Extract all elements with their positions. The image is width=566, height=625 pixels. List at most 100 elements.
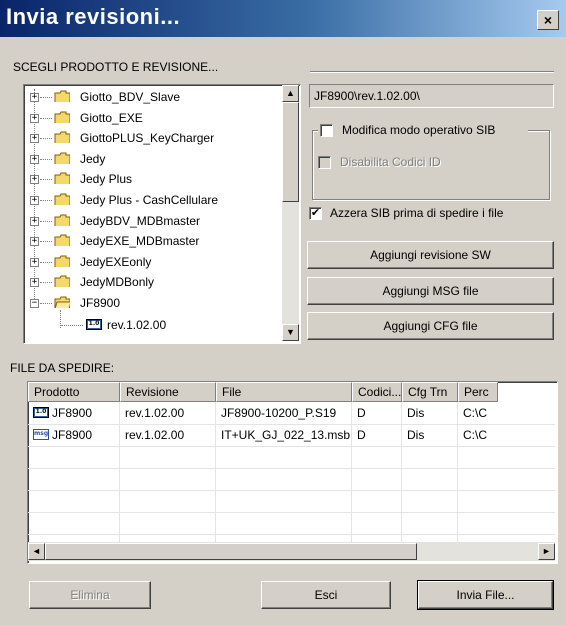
expand-icon[interactable]: + xyxy=(30,278,39,288)
tree-item-label: Jedy Plus xyxy=(80,172,133,187)
hscroll-thumb[interactable] xyxy=(45,543,417,560)
azzera-sib-checkbox[interactable]: ✔ xyxy=(309,207,322,220)
column-header[interactable]: Cfg Trn xyxy=(402,382,458,402)
scroll-thumb[interactable] xyxy=(282,102,299,202)
tree-item[interactable]: + Jedy Plus xyxy=(24,169,279,189)
file-list[interactable]: Prodotto Revisione File Codici... Cfg Trn Per… xyxy=(27,381,558,564)
disabilita-codici-checkbox[interactable] xyxy=(318,156,331,169)
tree-scrollbar[interactable]: ▲ ▼ xyxy=(282,85,299,341)
folder-icon xyxy=(54,255,70,267)
exit-button[interactable]: Esci xyxy=(261,581,391,609)
tree-item-label: JedyMDBonly xyxy=(80,275,155,290)
column-header[interactable]: Revisione xyxy=(120,382,216,402)
expand-icon[interactable]: + xyxy=(30,216,39,226)
tree-connector-h xyxy=(40,97,52,98)
cell-cfg: Dis xyxy=(407,428,425,442)
send-files-button[interactable]: Invia File... xyxy=(417,580,554,610)
column-header[interactable]: File xyxy=(216,382,352,402)
tree-connector-h xyxy=(40,241,52,243)
expand-icon[interactable]: + xyxy=(30,196,39,205)
scroll-down-button[interactable]: ▼ xyxy=(282,324,299,341)
grid-line xyxy=(28,512,555,513)
tree-item-label: Jedy Plus - CashCellulare xyxy=(80,193,219,207)
tree-item-label: JedyBDV_MDBmaster xyxy=(80,213,201,228)
tree-item-label: Giotto_BDV_Slave xyxy=(80,90,181,104)
scroll-left-button[interactable]: ◄ xyxy=(28,543,45,560)
column-header[interactable]: Codici... xyxy=(352,382,402,402)
product-tree[interactable]: + Giotto_BDV_Slave + Giotto_EXE + GiottoPLUS_… xyxy=(23,84,301,344)
folder-icon xyxy=(54,131,70,144)
product-section-divider xyxy=(310,71,554,73)
tree-item-revision[interactable]: 1.0 rev.1.02.00 xyxy=(24,315,274,335)
add-msg-button[interactable]: Aggiungi MSG file xyxy=(307,277,554,305)
cell-revisione: rev.1.02.00 xyxy=(125,428,185,442)
product-section-label: SCEGLI PRODOTTO E REVISIONE... xyxy=(13,60,219,74)
tree-item-label: JedyEXEonly xyxy=(80,254,152,269)
cell-prodotto: msg JF8900 xyxy=(33,428,93,442)
tree-item[interactable]: + Giotto_EXE xyxy=(24,108,279,128)
expand-icon[interactable]: + xyxy=(30,134,39,144)
collapse-icon[interactable]: − xyxy=(30,299,39,308)
grid-line xyxy=(28,446,555,447)
arrow-left-icon: ◄ xyxy=(32,546,41,556)
cell-perc: C:\C xyxy=(463,406,487,420)
grid-line xyxy=(28,468,555,469)
tree-item[interactable]: + JedyEXEonly xyxy=(24,252,279,272)
tree-item[interactable]: + JedyMDBonly xyxy=(24,272,279,292)
tree-item[interactable]: + JedyEXE_MDBmaster xyxy=(24,231,279,251)
tree-item[interactable]: − JF8900 xyxy=(24,293,279,313)
cell-file: IT+UK_GJ_022_13.msb xyxy=(221,428,351,442)
delete-button[interactable]: Elimina xyxy=(29,581,151,609)
title-bar[interactable]: Invia revisioni... × xyxy=(0,0,566,37)
tree-item[interactable]: + JedyBDV_MDBmaster xyxy=(24,211,279,231)
modifica-modo-label: Modifica modo operativo SIB xyxy=(342,123,496,137)
grid-line xyxy=(28,490,555,491)
file-list-hscrollbar[interactable]: ◄ ► xyxy=(28,542,555,561)
add-cfg-button[interactable]: Aggiungi CFG file xyxy=(307,312,554,340)
folder-open-icon xyxy=(54,296,70,308)
expand-icon[interactable]: + xyxy=(30,113,39,123)
scroll-up-button[interactable]: ▲ xyxy=(282,85,299,102)
expand-icon[interactable]: + xyxy=(30,237,39,247)
tree-item-label: Giotto_EXE xyxy=(80,110,143,125)
tree-connector-h xyxy=(40,179,52,181)
table-row[interactable]: 1.0 JF8900 rev.1.02.00 JF8900-10200_P.S19 D D… xyxy=(28,402,557,424)
add-revision-button[interactable]: Aggiungi revisione SW xyxy=(307,241,554,269)
column-header[interactable]: Perc xyxy=(458,382,498,402)
arrow-right-icon: ► xyxy=(542,546,551,556)
tree-item-label: Jedy xyxy=(80,151,106,166)
close-icon: × xyxy=(543,12,553,28)
cell-revisione: rev.1.02.00 xyxy=(125,406,185,420)
tree-item[interactable]: + Jedy Plus - CashCellulare xyxy=(24,190,279,210)
table-row[interactable]: msg JF8900 rev.1.02.00 IT+UK_GJ_022_13.msb D… xyxy=(28,424,557,446)
tree-item[interactable]: + GiottoPLUS_KeyCharger xyxy=(24,128,279,148)
tree-connector-h xyxy=(40,117,52,119)
disabilita-codici-label: Disabilita Codici ID xyxy=(340,155,441,169)
folder-icon xyxy=(54,234,70,247)
modifica-modo-checkbox[interactable] xyxy=(320,124,333,137)
expand-icon[interactable]: + xyxy=(30,257,39,267)
expand-icon[interactable]: + xyxy=(30,93,39,102)
column-header[interactable]: Prodotto xyxy=(28,382,120,402)
files-section-label: FILE DA SPEDIRE: xyxy=(10,361,115,375)
revision-file-icon: 1.0 xyxy=(33,407,49,418)
arrow-down-icon: ▼ xyxy=(286,327,295,337)
checkmark-icon: ✔ xyxy=(310,207,321,219)
tree-item[interactable]: + Giotto_BDV_Slave xyxy=(24,87,279,107)
tree-connector-h xyxy=(40,261,52,263)
cell-perc: C:\C xyxy=(463,428,487,442)
tree-connector-h xyxy=(40,200,52,201)
selected-path-field: JF8900\rev.1.02.00\ xyxy=(309,84,554,108)
tree-item[interactable]: + Jedy xyxy=(24,149,279,169)
expand-icon[interactable]: + xyxy=(30,154,39,164)
scroll-right-button[interactable]: ► xyxy=(538,543,555,560)
cell-codici: D xyxy=(357,428,366,442)
close-button[interactable]: × xyxy=(537,10,559,30)
tree-connector-h xyxy=(40,158,52,160)
folder-icon xyxy=(54,111,70,123)
dialog-window: Invia revisioni... × SCEGLI PRODOTTO E R… xyxy=(0,0,566,625)
tree-connector-h xyxy=(40,220,52,222)
expand-icon[interactable]: + xyxy=(30,175,39,185)
tree-item-label: GiottoPLUS_KeyCharger xyxy=(80,131,215,146)
folder-icon xyxy=(54,193,70,205)
